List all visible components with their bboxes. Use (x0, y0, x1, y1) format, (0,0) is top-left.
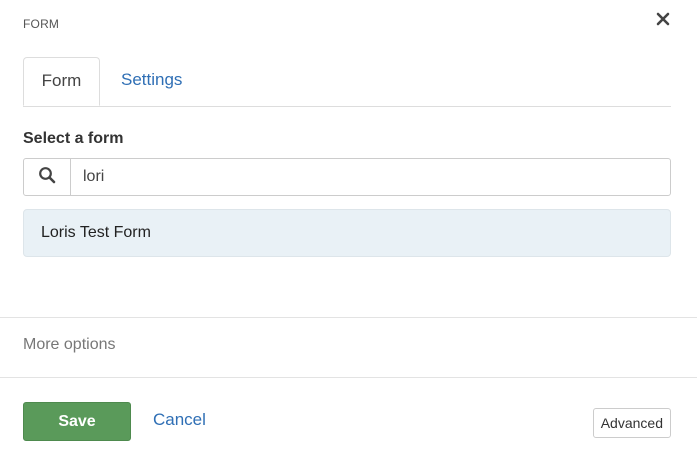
select-form-label: Select a form (23, 130, 124, 147)
save-button[interactable]: Save (23, 402, 131, 441)
form-search-input[interactable] (71, 159, 670, 195)
search-icon (38, 166, 56, 189)
dialog-title: FORM (23, 17, 60, 31)
form-result-item[interactable]: Loris Test Form (23, 209, 671, 257)
search-addon (24, 159, 71, 195)
footer-divider (0, 377, 697, 378)
divider (0, 317, 697, 318)
tab-settings[interactable]: Settings (121, 57, 182, 105)
advanced-button[interactable]: Advanced (592, 408, 671, 438)
tab-bar: Form Settings (23, 57, 671, 107)
form-search-group (23, 158, 671, 196)
more-options-toggle[interactable]: More options (23, 336, 116, 354)
form-dialog: FORM Form Settings Select a form Loris T… (0, 0, 697, 455)
tab-form[interactable]: Form (23, 57, 100, 106)
close-button[interactable] (655, 11, 671, 27)
cancel-link[interactable]: Cancel (153, 410, 206, 430)
close-icon (655, 12, 671, 31)
